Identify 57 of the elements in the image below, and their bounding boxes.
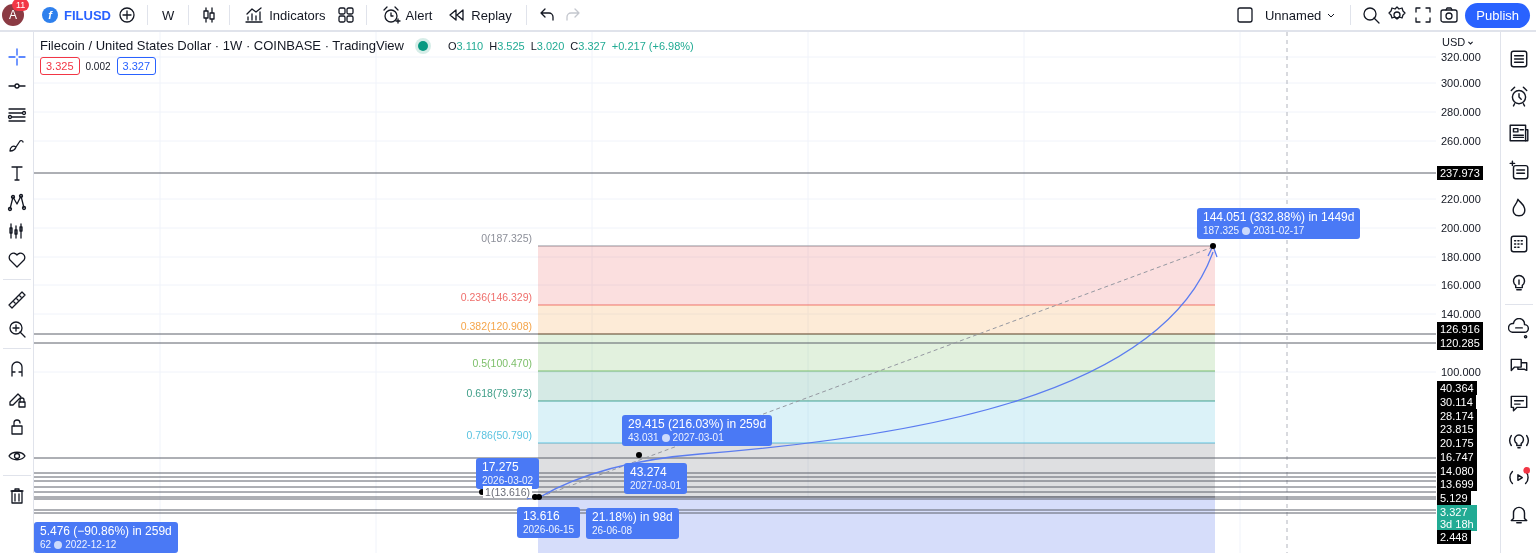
price-marker-label: 16.747	[1437, 450, 1477, 464]
notification-badge: 11	[12, 0, 30, 11]
layout-dropdown[interactable]: Unnamed	[1261, 7, 1341, 23]
symbol-name[interactable]: FILUSD	[64, 7, 111, 23]
fib-level-label: 0(187.325)	[481, 232, 532, 244]
axis-tick-label: 180.000	[1441, 251, 1481, 263]
ohlc-value: H3.525	[489, 39, 525, 52]
axis-tick-label: 300.000	[1441, 77, 1481, 89]
currency-selector[interactable]: USD	[1442, 36, 1475, 48]
interval-button[interactable]: W	[157, 7, 179, 23]
measure-callout: 43.274 2027-03-01	[624, 463, 688, 494]
price-marker-label: 30.114	[1437, 395, 1476, 409]
measure-callout: 17.275 2026-03-02	[476, 458, 540, 489]
axis-tick-label: 260.000	[1441, 135, 1481, 147]
measure-callout: 29.415 (216.03%) in 259d 43.031 2027-03-01	[622, 415, 773, 446]
ohlc-value: C3.327	[570, 39, 606, 52]
fib-level-label: 0.618(79.973)	[466, 387, 532, 399]
ohlc-value: L3.020	[530, 39, 565, 52]
measure-callout: 5.476 (−90.86%) in 259d 62 2022-12-12	[34, 522, 178, 553]
sell-price[interactable]: 3.325	[40, 57, 80, 75]
fib-level-label: 1(13.616)	[483, 486, 532, 498]
chart-title: Filecoin / United States Dollar · 1W · COINBASE · TradingView	[40, 38, 404, 53]
price-marker-label: 2.448	[1437, 530, 1471, 544]
price-change: +0.217 (+6.98%)	[611, 39, 694, 52]
price-marker-label: 14.080	[1437, 464, 1477, 478]
spread-value: 0.002	[85, 60, 111, 72]
price-marker-label: 40.364	[1437, 381, 1477, 395]
axis-tick-label: 100.000	[1441, 366, 1481, 378]
ohlc-value: O3.110	[447, 39, 484, 52]
symbol-logo: f	[42, 7, 58, 23]
price-marker-label: 126.916	[1437, 322, 1483, 336]
axis-tick-label: 200.000	[1441, 222, 1481, 234]
price-marker-label: 20.175	[1437, 436, 1477, 450]
fib-level-label: 0.786(50.790)	[466, 429, 532, 441]
axis-tick-label: 220.000	[1441, 193, 1481, 205]
fib-level-label: 0.382(120.908)	[460, 320, 532, 332]
buy-price[interactable]: 3.327	[116, 57, 157, 75]
indicators-button[interactable]: Indicators	[240, 5, 330, 25]
measure-callout: 144.051 (332.88%) in 1449d 187.325 2031-02-17	[1197, 208, 1361, 239]
fib-level-label: 0.236(146.329)	[460, 291, 532, 303]
price-marker-label: 28.174	[1437, 409, 1477, 423]
axis-tick-label: 280.000	[1441, 106, 1481, 118]
price-marker-label: 5.129	[1437, 491, 1471, 505]
axis-tick-label: 160.000	[1441, 279, 1481, 291]
last-price-label: 3.327 3d 18h	[1437, 505, 1477, 531]
axis-tick-label: 140.000	[1441, 308, 1481, 320]
alert-button[interactable]: Alert	[376, 5, 437, 25]
price-marker-label: 120.285	[1437, 336, 1483, 350]
price-marker-label: 237.973	[1437, 166, 1483, 180]
axis-tick-label: 320.000	[1441, 51, 1481, 63]
fib-level-label: 0.5(100.470)	[472, 357, 532, 369]
price-marker-label: 23.815	[1437, 422, 1477, 436]
publish-button[interactable]: Publish	[1465, 2, 1530, 28]
measure-callout: 21.18%) in 98d 26-06-08	[586, 508, 679, 539]
replay-button[interactable]: Replay	[442, 5, 516, 25]
price-marker-label: 13.699	[1437, 477, 1477, 491]
measure-callout: 13.616 2026-06-15	[517, 507, 581, 538]
